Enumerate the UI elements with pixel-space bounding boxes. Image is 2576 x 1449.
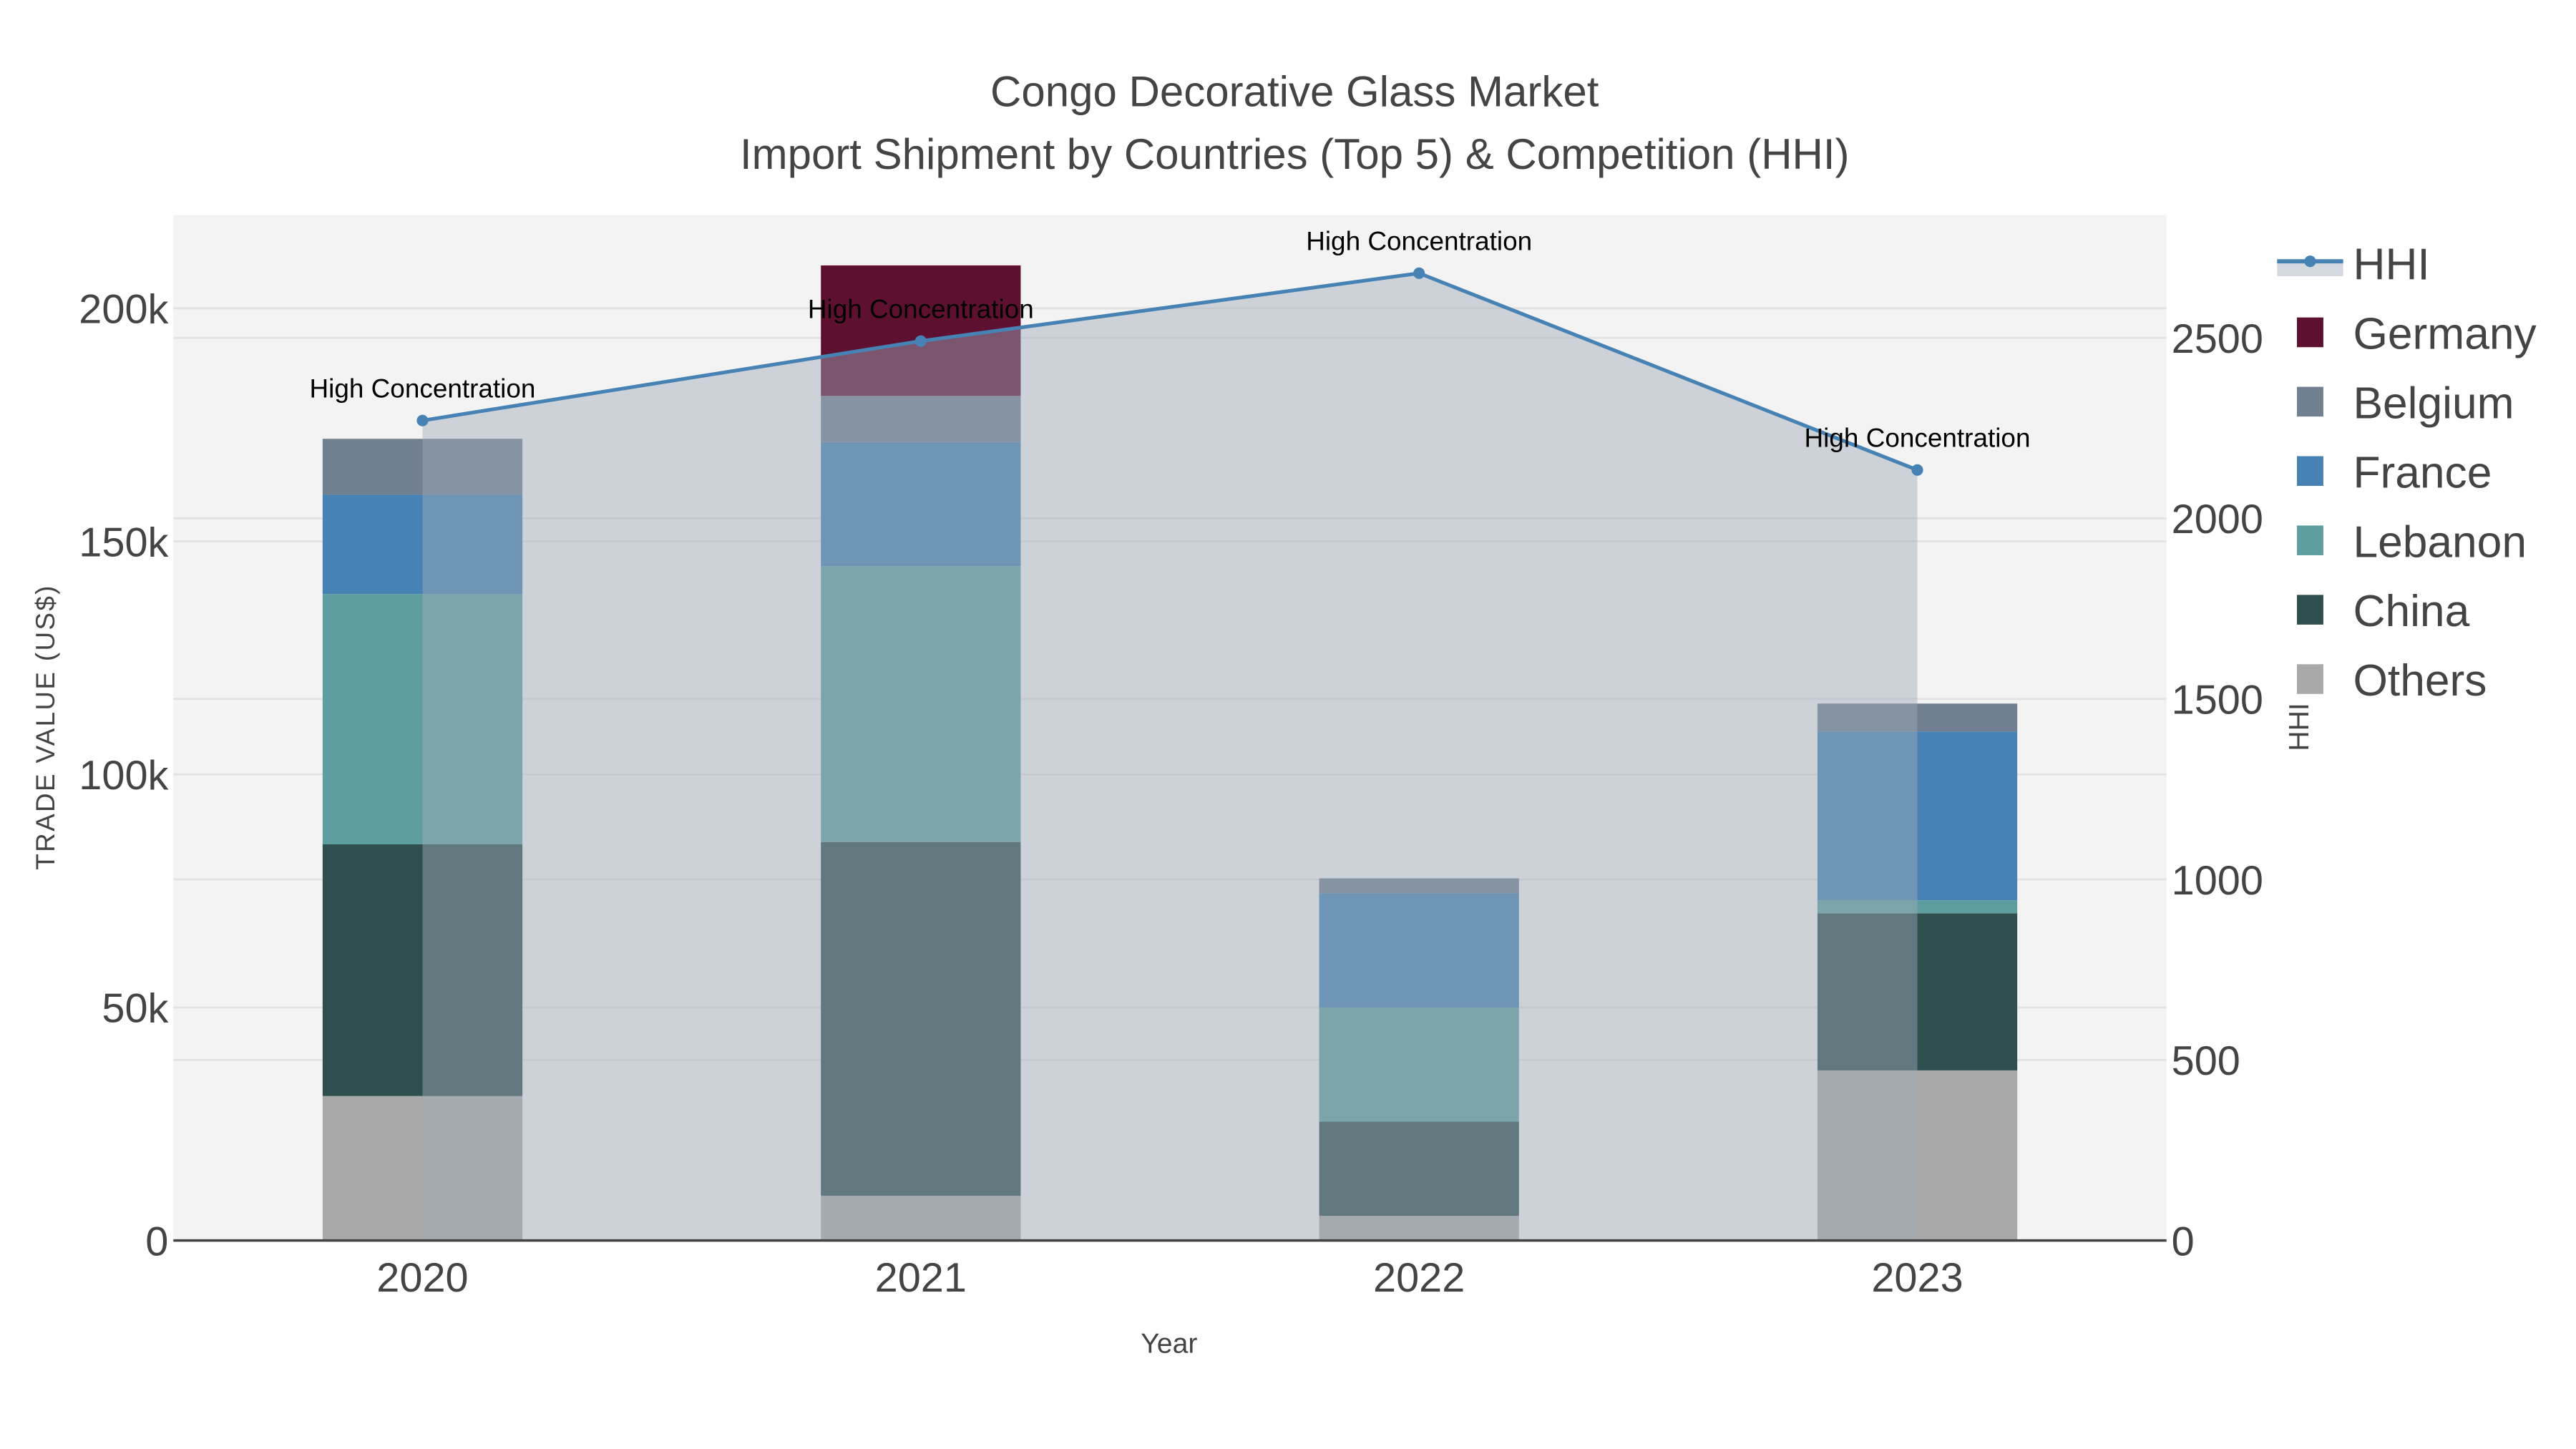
legend-label-hhi: HHI [2353,240,2429,290]
y2-tick-label: 0 [2172,1219,2195,1264]
chart: High Concentration High Concentration High… [0,0,2576,1449]
x-tick-label: 2022 [1373,1255,1465,1301]
y-tick-label: 200k [79,287,168,333]
y2-tick-label: 2500 [2172,316,2263,362]
legend-label-china: China [2353,587,2469,636]
legend-swatch-others [2297,664,2323,694]
chart-subtitle: Import Shipment by Countries (Top 5) & C… [740,130,1850,178]
y-tick-label: 50k [102,986,168,1032]
y-tick-label: 150k [79,519,168,565]
y-tick-label: 0 [145,1219,168,1264]
legend-label-lebanon: Lebanon [2353,517,2527,567]
y-axis-title: TRADE VALUE (US$) [31,584,60,869]
legend-hhi-marker [2304,255,2316,268]
legend-swatch-belgium [2297,386,2323,417]
hhi-point-2021 [914,335,927,347]
legend-label-france: France [2353,448,2492,497]
chart-title: Congo Decorative Glass Market [990,67,1599,115]
y2-tick-label: 500 [2172,1038,2240,1084]
hhi-annotation: High Concentration [1306,227,1532,256]
x-axis-title: Year [1141,1328,1197,1360]
legend-label-others: Others [2353,656,2487,706]
hhi-annotation: High Concentration [310,374,536,403]
y2-axis-title: HHI [2283,703,2315,751]
legend-swatch-lebanon [2297,525,2323,555]
legend-swatch-france [2297,456,2323,487]
hhi-point-2022 [1413,267,1425,279]
hhi-point-2020 [416,414,429,426]
y2-tick-label: 1000 [2172,858,2263,904]
legend-swatch-china [2297,595,2323,625]
hhi-point-2023 [1911,464,1923,476]
hhi-annotation: High Concentration [808,294,1034,323]
x-tick-label: 2023 [1871,1255,1963,1301]
x-tick-label: 2020 [376,1255,468,1301]
legend-label-belgium: Belgium [2353,379,2514,428]
hhi-annotation: High Concentration [1805,424,2031,453]
y2-tick-label: 1500 [2172,678,2263,723]
hhi-area [422,273,1918,1241]
x-tick-label: 2021 [875,1255,967,1301]
y2-tick-label: 2000 [2172,497,2263,542]
legend-swatch-germany [2297,317,2323,348]
y-tick-label: 100k [79,753,168,799]
legend-label-germany: Germany [2353,309,2537,358]
